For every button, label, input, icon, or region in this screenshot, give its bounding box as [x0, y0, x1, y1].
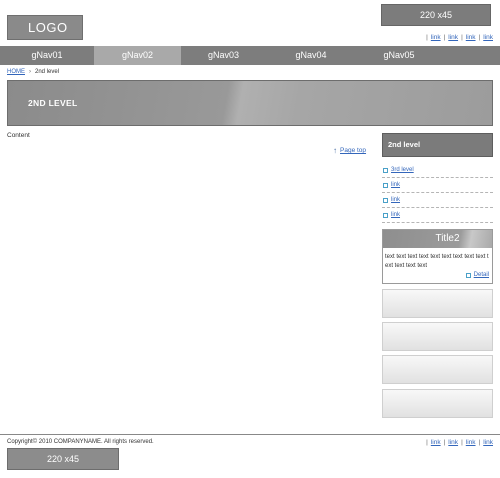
separator: | — [478, 439, 481, 446]
footer-banner[interactable]: 220 x45 — [7, 448, 119, 470]
footer-link-4[interactable]: link — [483, 439, 493, 446]
title2-box: Title2 text text text text text text tex… — [382, 229, 493, 284]
footer-divider — [0, 434, 500, 435]
logo[interactable]: LOGO — [7, 15, 83, 40]
square-bullet-icon — [383, 167, 388, 173]
footer-link-2[interactable]: link — [448, 439, 458, 446]
square-bullet-icon — [383, 197, 388, 203]
sidebar-item-link[interactable]: link — [382, 208, 493, 223]
title2-heading: Title2 — [383, 230, 492, 248]
gnav-item-02[interactable]: gNav02 — [94, 46, 181, 65]
detail-link[interactable]: Detail — [474, 272, 489, 278]
side-banner-4[interactable] — [382, 389, 493, 418]
footer-link-1[interactable]: link — [431, 439, 441, 446]
utility-links: | link | link | link | link — [423, 34, 493, 41]
separator: | — [443, 34, 446, 41]
side-banner-1[interactable] — [382, 289, 493, 318]
gnav-item-04[interactable]: gNav04 — [266, 46, 356, 65]
footer-links: | link | link | link | link — [423, 439, 493, 446]
square-bullet-icon — [383, 212, 388, 218]
breadcrumb-current: 2nd level — [35, 69, 60, 75]
util-link-2[interactable]: link — [448, 34, 458, 41]
sidebar-item-label[interactable]: link — [391, 197, 400, 203]
global-nav: gNav01 gNav02 gNav03 gNav04 gNav05 — [0, 46, 500, 65]
util-link-4[interactable]: link — [483, 34, 493, 41]
title2-text: text text text text text text text text … — [385, 254, 489, 269]
gnav-item-05[interactable]: gNav05 — [356, 46, 442, 65]
separator: | — [478, 34, 481, 41]
square-bullet-icon — [383, 182, 388, 188]
page-top-link[interactable]: Page top — [340, 147, 366, 154]
header-banner[interactable]: 220 x45 — [381, 4, 491, 26]
side-banner-3[interactable] — [382, 355, 493, 384]
page-hero: 2ND LEVEL — [7, 80, 493, 126]
footer-link-3[interactable]: link — [466, 439, 476, 446]
sidebar-title: 2nd level — [382, 133, 493, 157]
gnav-item-03[interactable]: gNav03 — [181, 46, 266, 65]
separator: | — [461, 439, 463, 446]
detail-link-wrap: Detail — [465, 272, 489, 278]
util-link-3[interactable]: link — [466, 34, 476, 41]
gnav-item-01[interactable]: gNav01 — [0, 46, 94, 65]
copyright-text: Copyright© 2010 COMPANYNAME. All rights … — [7, 439, 154, 445]
separator: | — [426, 439, 428, 446]
sidebar-item-label[interactable]: link — [391, 182, 400, 188]
sidebar-item-link[interactable]: link — [382, 193, 493, 208]
side-banner-2[interactable] — [382, 322, 493, 351]
separator: | — [426, 34, 428, 41]
sidebar-item-label[interactable]: 3rd level — [391, 167, 414, 173]
util-link-1[interactable]: link — [431, 34, 441, 41]
page-top: ↑ Page top — [333, 146, 366, 155]
sidebar-item-3rd-level[interactable]: 3rd level — [382, 163, 493, 178]
sidebar-list: 3rd level link link link — [382, 163, 493, 223]
content-label: Content — [7, 132, 30, 139]
sidebar-item-link[interactable]: link — [382, 178, 493, 193]
arrow-up-icon: ↑ — [333, 146, 337, 155]
square-bullet-icon — [465, 272, 471, 278]
separator: | — [443, 439, 446, 446]
sidebar-item-label[interactable]: link — [391, 212, 400, 218]
separator: | — [461, 34, 463, 41]
page-title: 2ND LEVEL — [28, 98, 78, 108]
breadcrumb-home-link[interactable]: HOME — [7, 69, 25, 75]
chevron-right-icon: › — [29, 69, 31, 75]
breadcrumb: HOME › 2nd level — [7, 69, 59, 75]
